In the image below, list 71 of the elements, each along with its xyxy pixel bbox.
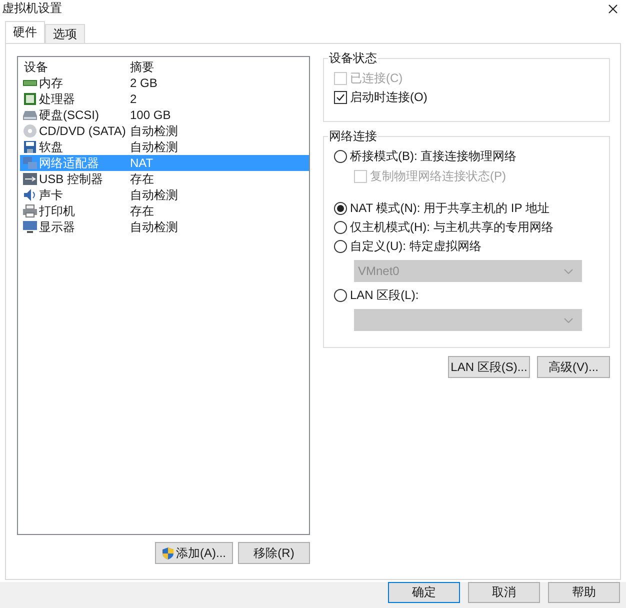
- group-title: 设备状态: [328, 50, 378, 67]
- group-title: 网络连接: [328, 128, 378, 145]
- add-button[interactable]: 添加(A)...: [155, 542, 233, 564]
- radio-button[interactable]: [334, 150, 347, 163]
- tab[interactable]: 硬件: [5, 21, 45, 43]
- list-row[interactable]: 处理器 2: [20, 91, 309, 107]
- list-row[interactable]: CD/DVD (SATA) 自动检测: [20, 123, 309, 139]
- device-summary: 自动检测: [130, 186, 178, 204]
- remove-button[interactable]: 移除(R): [238, 542, 310, 564]
- printer-icon: [22, 204, 38, 218]
- device-summary: 自动检测: [130, 138, 178, 156]
- radio-label: NAT 模式(N): 用于共享主机的 IP 地址: [350, 200, 550, 217]
- button[interactable]: 帮助: [548, 582, 620, 603]
- radio-button[interactable]: [334, 202, 347, 215]
- tab[interactable]: 选项: [45, 24, 85, 43]
- button[interactable]: 取消: [468, 582, 540, 603]
- checkbox-label: 复制物理网络连接状态(P): [370, 168, 506, 185]
- device-name: 内存: [39, 74, 63, 92]
- list-row[interactable]: USB 控制器 存在: [20, 171, 309, 187]
- device-summary: 2 GB: [130, 76, 158, 90]
- disc-icon: [22, 124, 38, 138]
- device-name: 网络适配器: [39, 154, 99, 172]
- shield-icon: [162, 546, 174, 560]
- radio-button[interactable]: [334, 240, 347, 253]
- device-summary: 存在: [130, 202, 154, 220]
- radio-label: LAN 区段(L):: [350, 287, 419, 304]
- device-name: USB 控制器: [39, 170, 104, 188]
- radio-label: 仅主机模式(H): 与主机共享的专用网络: [350, 219, 554, 236]
- radio-label: 自定义(U): 特定虚拟网络: [350, 238, 482, 255]
- radio-label: 桥接模式(B): 直接连接物理网络: [350, 148, 517, 165]
- device-summary: NAT: [130, 156, 154, 170]
- close-icon[interactable]: [608, 4, 618, 14]
- device-name: 硬盘(SCSI): [39, 106, 99, 124]
- device-name: 处理器: [39, 90, 75, 108]
- button[interactable]: 确定: [388, 582, 460, 603]
- device-summary: 自动检测: [130, 122, 178, 140]
- button[interactable]: 高级(V)...: [537, 356, 610, 378]
- monitor-icon: [22, 220, 38, 234]
- device-name: 软盘: [39, 138, 63, 156]
- checkbox-label: 启动时连接(O): [350, 89, 428, 106]
- caret-icon: [564, 268, 573, 274]
- list-row[interactable]: 打印机 存在: [20, 203, 309, 219]
- device-name: 打印机: [39, 202, 75, 220]
- column-header: 摘要: [130, 58, 154, 76]
- window-title: 虚拟机设置: [2, 0, 62, 17]
- list-row[interactable]: 软盘 自动检测: [20, 139, 309, 155]
- network-adapter-icon: [22, 156, 38, 170]
- device-summary: 100 GB: [130, 108, 171, 122]
- device-name: 显示器: [39, 218, 75, 236]
- radio-button[interactable]: [334, 289, 347, 302]
- device-name: CD/DVD (SATA): [39, 124, 126, 138]
- radio-button[interactable]: [334, 221, 347, 234]
- checkbox[interactable]: [334, 91, 347, 104]
- device-summary: 自动检测: [130, 218, 178, 236]
- button[interactable]: LAN 区段(S)...: [448, 356, 530, 378]
- list-row[interactable]: 硬盘(SCSI) 100 GB: [20, 107, 309, 123]
- device-summary: 2: [130, 92, 137, 106]
- usb-icon: [22, 172, 38, 186]
- list-row[interactable]: 显示器 自动检测: [20, 219, 309, 235]
- column-header: 设备: [23, 58, 49, 76]
- hard-drive-icon: [22, 108, 38, 122]
- device-name: 声卡: [39, 186, 63, 204]
- checkbox-label: 已连接(C): [350, 70, 403, 87]
- speaker-icon: [22, 188, 38, 202]
- device-summary: 存在: [130, 170, 154, 188]
- list-row[interactable]: 内存 2 GB: [20, 75, 309, 91]
- caret-icon: [564, 318, 573, 322]
- device-list[interactable]: 设备 摘要 内存 2 GB 处理器 2 硬盘(SCSI) 100 GB CD/DVD (SATA) 自动检测 软盘 自动检测 网络适配器 NAT USB 控制器 存在 声卡 自动检测 打印机 存在 显示器 自动检测: [17, 56, 310, 535]
- chip-icon: [22, 92, 38, 106]
- list-row[interactable]: 声卡 自动检测: [20, 187, 309, 203]
- dropdown: VMnet0: [354, 260, 582, 282]
